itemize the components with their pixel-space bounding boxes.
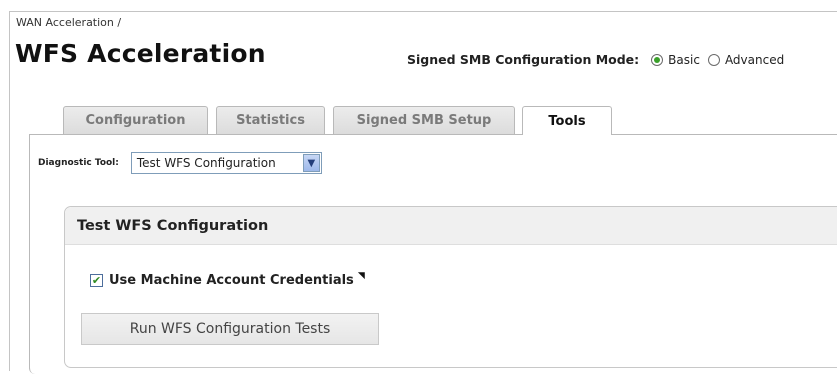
smb-mode-label: Signed SMB Configuration Mode: — [407, 52, 640, 67]
help-marker-icon[interactable]: ◥ — [358, 271, 365, 281]
advanced-radio-option[interactable]: Advanced — [707, 52, 785, 67]
basic-radio-label: Basic — [668, 52, 700, 67]
basic-radio-option[interactable]: Basic — [651, 53, 700, 67]
test-wfs-panel: Test WFS Configuration ✔ Use Machine Acc… — [64, 206, 837, 368]
panel-title: Test WFS Configuration — [65, 207, 837, 245]
machine-credentials-checkbox[interactable]: ✔ — [90, 274, 103, 287]
tab-tools[interactable]: Tools — [522, 106, 612, 135]
diagnostic-tool-row: Diagnostic Tool: Test WFS Configuration … — [38, 152, 322, 174]
tab-signed-smb-setup[interactable]: Signed SMB Setup — [333, 106, 515, 134]
machine-credentials-label[interactable]: Use Machine Account Credentials — [109, 273, 354, 288]
diagnostic-tool-value: Test WFS Configuration — [136, 156, 276, 170]
run-tests-button[interactable]: Run WFS Configuration Tests — [81, 313, 379, 345]
smb-mode-group: Signed SMB Configuration Mode: Basic Adv… — [407, 52, 792, 67]
chevron-down-icon[interactable]: ▼ — [302, 154, 320, 172]
diagnostic-tool-select[interactable]: Test WFS Configuration ▼ — [130, 152, 322, 174]
diagnostic-tool-label: Diagnostic Tool: — [38, 158, 119, 168]
tab-configuration[interactable]: Configuration — [63, 106, 208, 134]
advanced-radio-button[interactable] — [707, 53, 720, 66]
machine-credentials-row: ✔ Use Machine Account Credentials ◥ — [90, 271, 365, 288]
tab-statistics[interactable]: Statistics — [216, 106, 325, 134]
basic-radio-button[interactable] — [651, 53, 664, 66]
page-title: WFS Acceleration — [15, 39, 266, 68]
advanced-radio-label: Advanced — [724, 52, 785, 67]
breadcrumb[interactable]: WAN Acceleration / — [16, 16, 121, 29]
